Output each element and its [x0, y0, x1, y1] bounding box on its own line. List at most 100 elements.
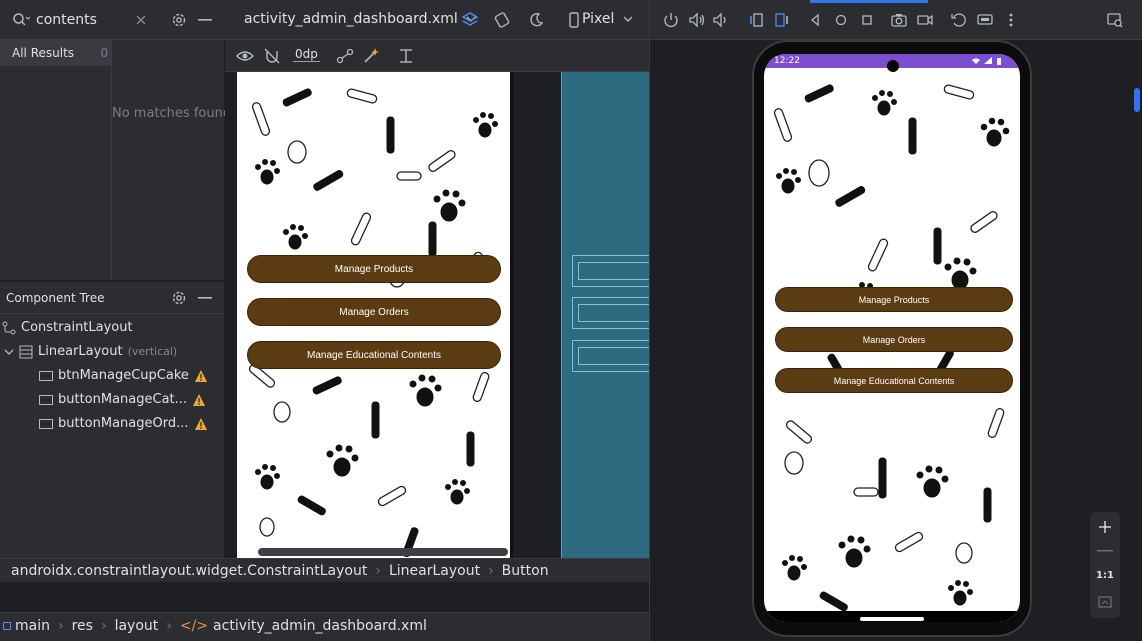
clear-search-icon[interactable] [135, 14, 147, 26]
back-icon[interactable] [806, 11, 824, 29]
blueprint-button-outline[interactable] [572, 297, 649, 329]
bone-outline [472, 372, 490, 402]
breadcrumb-item[interactable]: Button [502, 563, 549, 579]
zoom-controls: 1:1 [1090, 512, 1120, 618]
blueprint-button-outline[interactable] [572, 340, 649, 372]
night-mode-icon[interactable] [527, 11, 545, 29]
zoom-in-icon[interactable] [1097, 519, 1113, 535]
path-item[interactable]: layout [115, 618, 159, 634]
manage-products-button[interactable]: Manage Products [775, 287, 1013, 312]
search-input[interactable] [36, 9, 136, 31]
tree-item-linear-layout[interactable]: LinearLayout (vertical) [4, 340, 177, 364]
device-dropdown[interactable]: Pixel [582, 11, 633, 27]
paw-print [944, 257, 977, 290]
blueprint-preview[interactable] [561, 72, 649, 558]
manage-educational-contents-button[interactable]: Manage Educational Contents [775, 368, 1013, 393]
blueprint-button-outline[interactable] [572, 255, 649, 287]
more-options-icon[interactable] [1002, 11, 1020, 29]
warning-icon[interactable] [194, 417, 208, 431]
bone-outline [894, 531, 924, 553]
default-margin-dropdown[interactable]: 0dp [293, 47, 320, 62]
gear-icon[interactable] [171, 290, 187, 306]
design-canvas[interactable]: Manage Products Manage Orders Manage Edu… [225, 72, 649, 558]
warning-icon[interactable] [194, 369, 208, 383]
results-column: All Results 0 [0, 40, 112, 280]
breadcrumb-separator: › [375, 563, 381, 579]
component-tree-title: Component Tree [6, 291, 105, 305]
chevron-down-icon[interactable] [4, 347, 14, 357]
rotate-right-icon[interactable] [773, 11, 791, 29]
manage-orders-button[interactable]: Manage Orders [775, 327, 1013, 352]
power-icon[interactable] [662, 11, 680, 29]
breadcrumb-item[interactable]: LinearLayout [389, 563, 480, 579]
layers-icon[interactable] [461, 11, 479, 29]
fit-screen-icon[interactable] [1098, 596, 1112, 608]
minimize-icon[interactable] [198, 19, 212, 21]
guidelines-icon[interactable] [397, 47, 415, 65]
gear-icon[interactable] [171, 12, 187, 28]
running-device-panel: 12:22 Manage Products Manage Orders Mana… [649, 0, 1142, 641]
bone [878, 457, 887, 499]
manage-educational-contents-button[interactable]: Manage Educational Contents [247, 341, 501, 369]
tree-item-button[interactable]: buttonManageCat... [39, 388, 206, 412]
orientation-icon[interactable] [493, 11, 511, 29]
zoom-out-icon[interactable] [1097, 550, 1113, 552]
paw-outline [955, 542, 973, 564]
manage-products-button[interactable]: Manage Products [247, 255, 501, 283]
no-matches-message: No matches found [112, 106, 225, 121]
eye-icon[interactable] [236, 47, 254, 65]
screenshot-icon[interactable] [890, 11, 908, 29]
horizontal-scrollbar[interactable] [258, 548, 508, 556]
device-icon[interactable] [565, 11, 583, 29]
component-breadcrumb: androidx.constraintlayout.widget.Constra… [0, 558, 649, 582]
actual-size-button[interactable]: 1:1 [1096, 570, 1114, 581]
paw-print [782, 555, 807, 581]
screen-record-icon[interactable] [916, 11, 934, 29]
minimize-icon[interactable] [198, 297, 212, 299]
mirror-input-icon[interactable] [976, 11, 994, 29]
phone-screen[interactable]: 12:22 Manage Products Manage Orders Mana… [764, 54, 1020, 622]
path-item[interactable]: activity_admin_dashboard.xml [213, 618, 427, 634]
component-tree-panel: Component Tree ConstraintLayout LinearLa… [0, 282, 225, 558]
chevron-down-icon [623, 16, 633, 22]
paw-print [473, 112, 498, 138]
bone [819, 591, 848, 612]
breadcrumb-item[interactable]: androidx.constraintlayout.widget.Constra… [11, 563, 367, 579]
magnet-off-icon[interactable] [263, 47, 281, 65]
snapshot-icon[interactable] [950, 11, 968, 29]
all-results-tab[interactable]: All Results 0 [0, 40, 112, 66]
tree-item-label: ConstraintLayout [21, 320, 133, 335]
infer-constraints-icon[interactable] [362, 47, 380, 65]
search-icon[interactable] [12, 12, 30, 28]
paw-print [948, 580, 973, 606]
volume-down-icon[interactable] [712, 11, 730, 29]
tree-item-button[interactable]: buttonManageOrd... [39, 412, 208, 436]
tree-item-constraint-layout[interactable]: ConstraintLayout [2, 316, 133, 340]
tree-item-label: buttonManageOrd... [58, 416, 189, 431]
warning-icon[interactable] [192, 393, 206, 407]
paw-print [326, 444, 359, 477]
rotate-left-icon[interactable] [747, 11, 765, 29]
search-panel: All Results 0 No matches found [0, 0, 225, 280]
constraint-layout-icon [2, 321, 16, 335]
device-manager-icon[interactable] [1106, 11, 1124, 29]
bone [983, 487, 992, 523]
volume-up-icon[interactable] [688, 11, 706, 29]
side-panel-indicator [1134, 88, 1140, 112]
linear-layout-icon [19, 345, 33, 359]
file-dropdown[interactable]: activity_admin_dashboard.xml [244, 11, 476, 27]
path-item[interactable]: main [15, 618, 50, 634]
paw-print [255, 159, 280, 185]
manage-orders-button[interactable]: Manage Orders [247, 298, 501, 326]
tree-item-button[interactable]: btnManageCupCake [39, 364, 208, 388]
path-item[interactable]: res [72, 618, 93, 634]
file-tab-label: activity_admin_dashboard.xml [244, 11, 458, 27]
design-preview[interactable]: Manage Products Manage Orders Manage Edu… [237, 72, 513, 558]
bone [313, 170, 344, 191]
home-icon[interactable] [832, 11, 850, 29]
emulator-toolbar [650, 0, 1142, 40]
paw-print [980, 117, 1010, 147]
overview-icon[interactable] [858, 11, 876, 29]
clear-constraints-icon[interactable] [336, 47, 354, 65]
gesture-nav-handle[interactable] [860, 617, 924, 621]
